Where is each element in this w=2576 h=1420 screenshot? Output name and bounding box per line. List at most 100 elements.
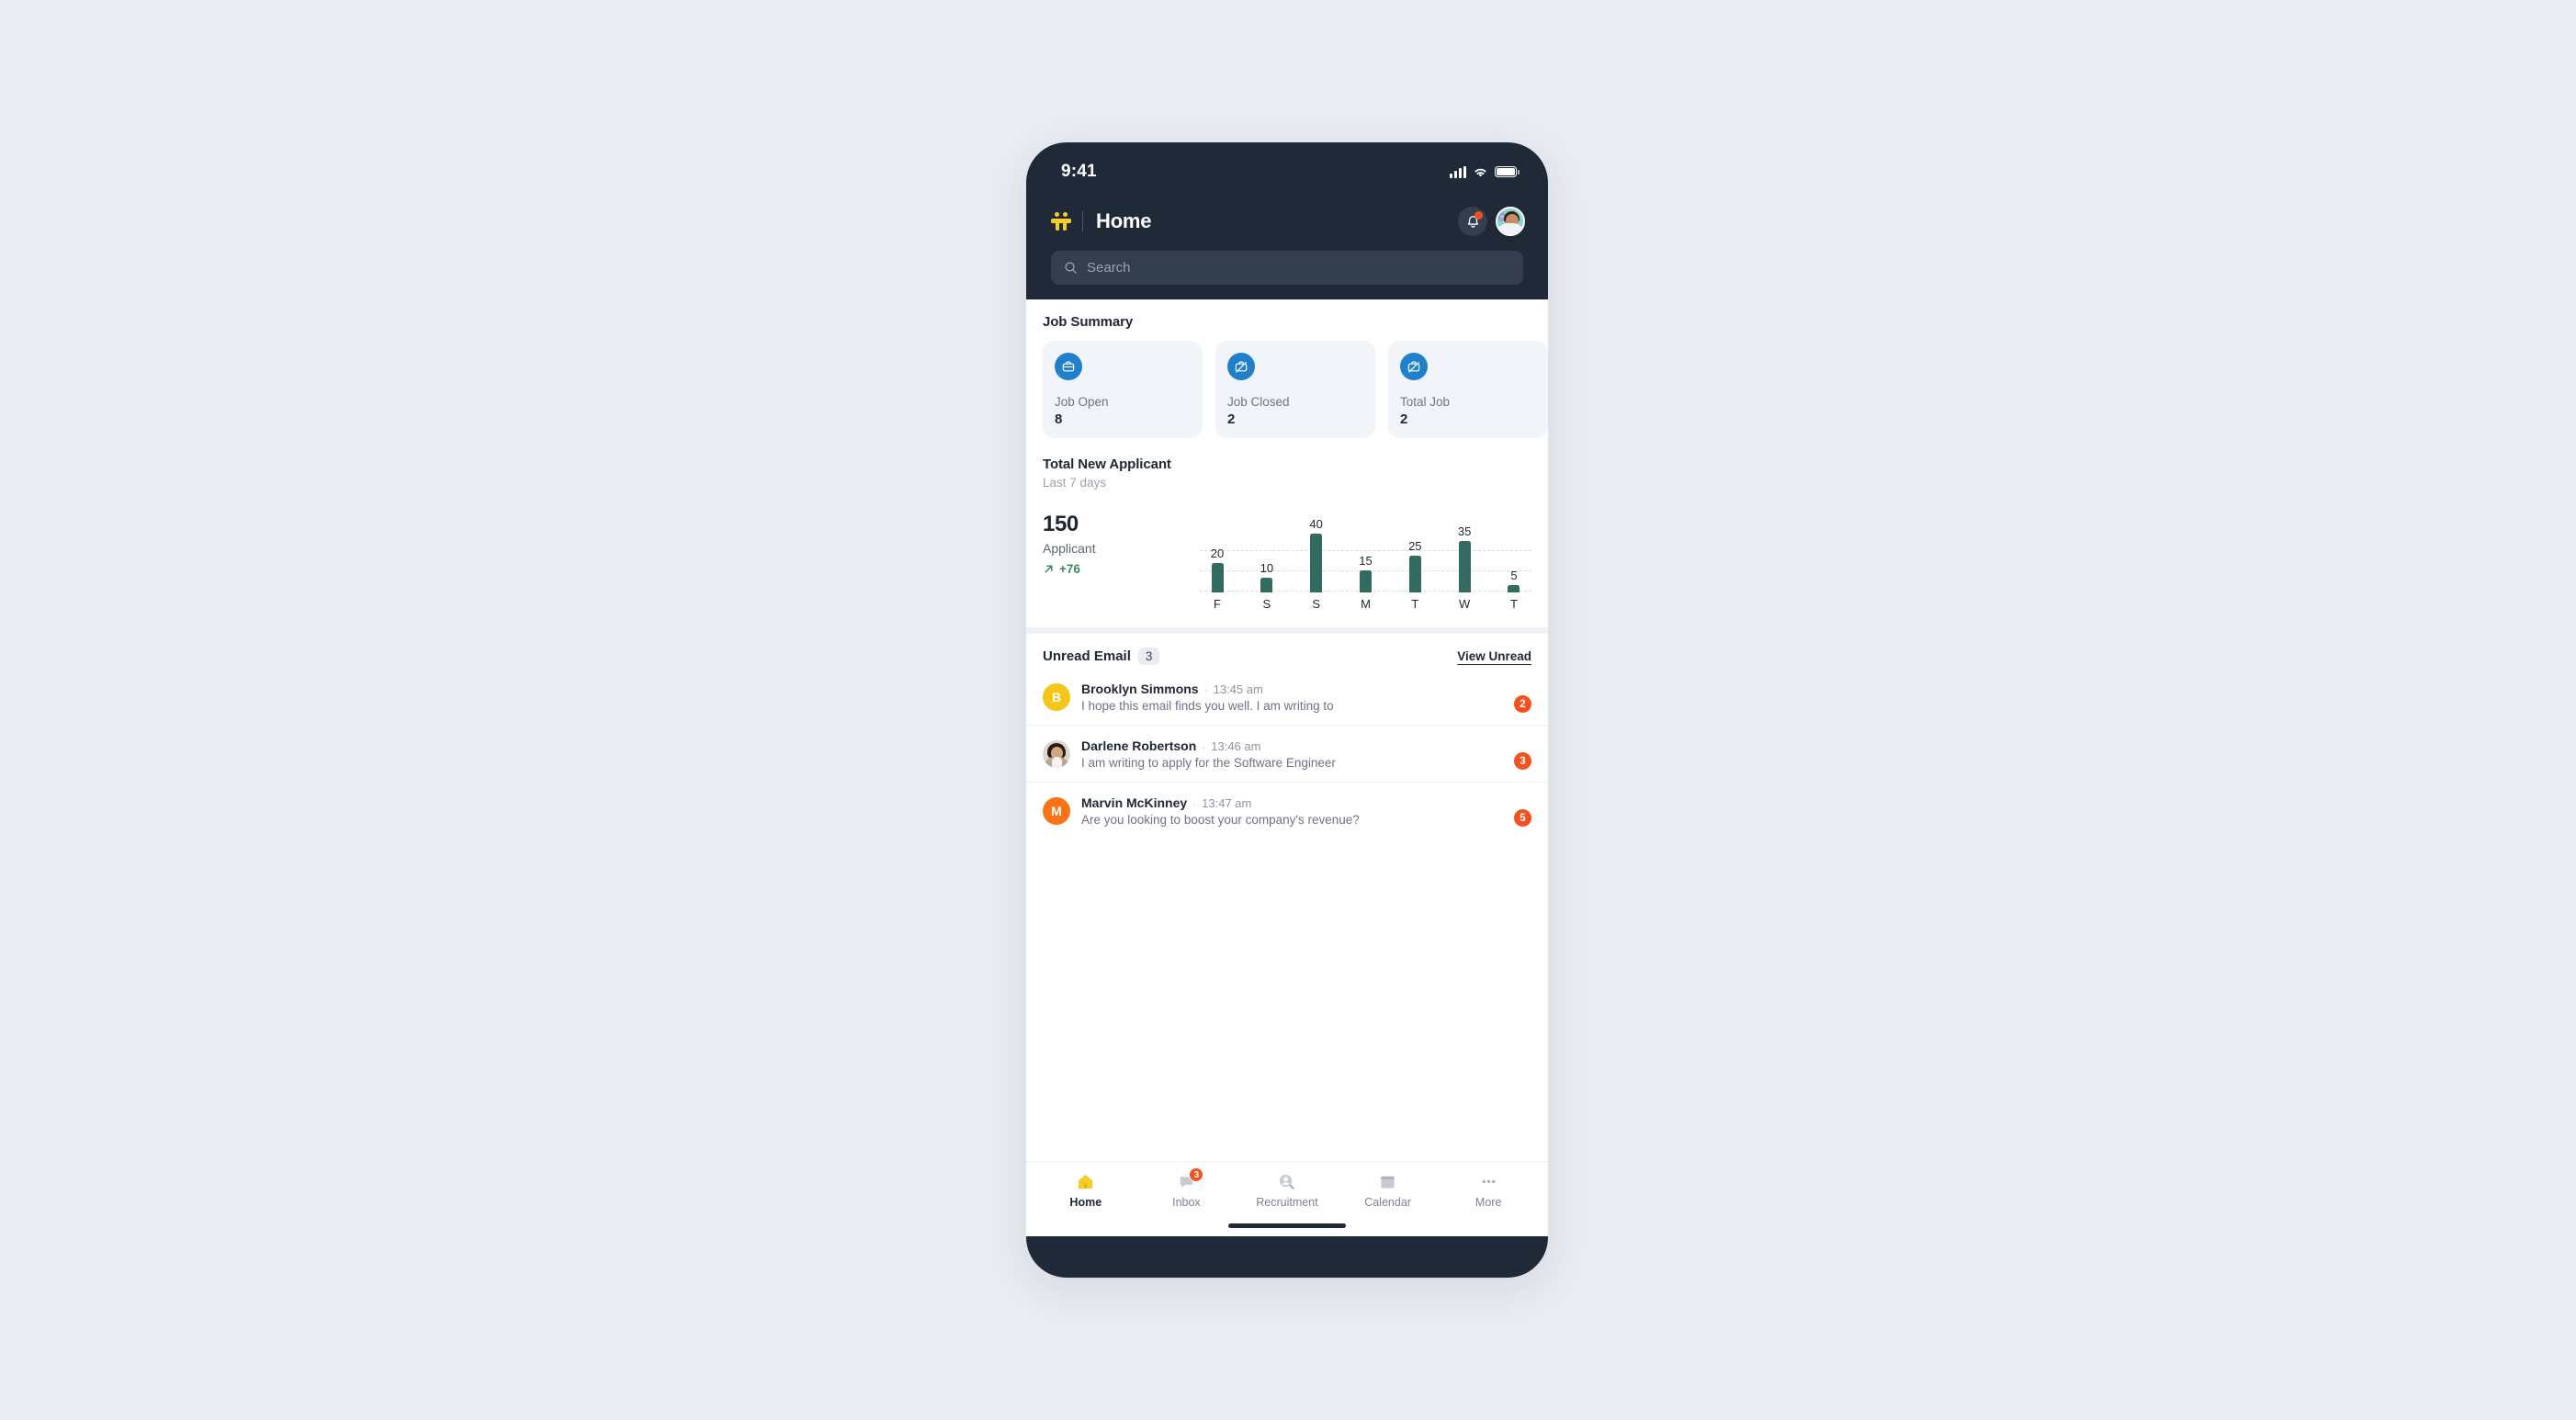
applicant-section: Total New Applicant Last 7 days 150 Appl…	[1026, 438, 1548, 611]
bar-value-label: 10	[1260, 561, 1274, 575]
job-card-value: 2	[1400, 411, 1408, 427]
unread-email-title: Unread Email	[1043, 648, 1131, 664]
nav-label: More	[1474, 1196, 1502, 1209]
page-title: Home	[1096, 209, 1152, 232]
bar-column: 5T	[1500, 510, 1528, 611]
app-header: Home	[1026, 192, 1548, 299]
unread-count-badge: 3	[1137, 648, 1160, 665]
bar-category-label: S	[1312, 597, 1320, 611]
job-summary-title: Job Summary	[1043, 314, 1134, 330]
recruitment-icon	[1280, 1174, 1295, 1189]
bar	[1310, 534, 1323, 592]
job-card-job-closed[interactable]: Job Closed 2	[1215, 341, 1375, 438]
email-time: 13:47 am	[1202, 795, 1252, 810]
nav-label: Recruitment	[1256, 1196, 1318, 1209]
email-unread-badge: 5	[1514, 809, 1531, 827]
email-row[interactable]: M Marvin McKinney · 13:47 am Are you looking…	[1026, 783, 1548, 839]
nav-item-recruitment[interactable]: Recruitment	[1249, 1172, 1325, 1209]
search-bar[interactable]	[1051, 251, 1523, 285]
status-time: 9:41	[1061, 162, 1097, 181]
nav-item-home[interactable]: Home	[1048, 1172, 1124, 1209]
job-card-label: Job Closed	[1227, 395, 1290, 409]
job-card-value: 8	[1055, 411, 1063, 427]
applicant-delta-value: +76	[1059, 562, 1080, 576]
bar-column: 10 S	[1253, 510, 1281, 611]
email-preview: I am writing to apply for the Software E…	[1081, 755, 1336, 770]
email-time: 13:46 am	[1211, 738, 1261, 753]
nav-label: Home	[1069, 1196, 1102, 1209]
avatar[interactable]	[1496, 207, 1525, 236]
inbox-badge: 3	[1189, 1167, 1204, 1182]
job-card-job-open[interactable]: Job Open 8	[1043, 341, 1203, 438]
bottom-navigation[interactable]: Home 3 Inbox Recruitment Calendar More	[1026, 1161, 1548, 1209]
content-sheet: Job Summary Job Open 8 Job Closed 2 Tota…	[1026, 299, 1548, 1236]
nav-label: Inbox	[1172, 1196, 1201, 1209]
bar	[1359, 570, 1372, 592]
bar-category-label: W	[1459, 597, 1471, 611]
email-text: Brooklyn Simmons · 13:45 am I hope this ema…	[1081, 682, 1503, 713]
bar-value-label: 5	[1510, 569, 1518, 582]
bar-category-label: S	[1262, 597, 1271, 611]
email-preview: Are you looking to boost your company's …	[1081, 812, 1360, 827]
email-text: Darlene Robertson · 13:46 am I am writing t…	[1081, 738, 1503, 770]
status-bar: 9:41	[1026, 142, 1548, 192]
email-sender: Darlene Robertson	[1081, 738, 1197, 753]
applicant-title: Total New Applicant	[1043, 456, 1171, 472]
briefcase-icon	[1055, 353, 1082, 380]
arrow-up-right-icon	[1045, 565, 1053, 573]
header-divider	[1082, 211, 1083, 231]
phone-frame: 9:41 Home Search Job Summary Job Open 8 …	[1026, 142, 1548, 1278]
bar-category-label: T	[1509, 597, 1518, 611]
job-card-total-job[interactable]: Total Job 2	[1388, 341, 1548, 438]
header-actions	[1458, 207, 1525, 236]
status-indicators	[1450, 165, 1520, 178]
nav-item-inbox[interactable]: 3 Inbox	[1148, 1167, 1224, 1209]
avatar	[1043, 739, 1070, 768]
job-card-value: 2	[1227, 411, 1236, 427]
email-row[interactable]: Darlene Robertson · 13:46 am I am writing t…	[1026, 726, 1548, 783]
bar-value-label: 35	[1457, 524, 1472, 538]
email-unread-badge: 3	[1514, 752, 1531, 770]
nav-item-calendar[interactable]: Calendar	[1350, 1172, 1426, 1209]
email-sender: Marvin McKinney	[1081, 795, 1188, 810]
bar-category-label: M	[1361, 597, 1371, 611]
email-text: Marvin McKinney · 13:47 am Are you looking …	[1081, 795, 1503, 827]
bar-column: 25 T	[1401, 510, 1429, 611]
bar-value-label: 40	[1309, 517, 1323, 531]
home-icon	[1079, 1175, 1093, 1189]
avatar-initial: B	[1043, 682, 1070, 711]
bar	[1211, 563, 1224, 592]
email-time: 13:45 am	[1213, 682, 1263, 696]
email-preview: I hope this email finds you well. I am w…	[1081, 698, 1334, 713]
bar-value-label: 15	[1359, 554, 1373, 568]
nav-item-more[interactable]: More	[1451, 1172, 1526, 1209]
job-summary-cards[interactable]: Job Open 8 Job Closed 2 Total Job 2	[1043, 341, 1548, 438]
people-logo-icon	[1051, 211, 1071, 231]
bar-column: 40 S	[1303, 510, 1330, 611]
email-separator: ·	[1192, 796, 1197, 810]
calendar-icon	[1381, 1176, 1395, 1189]
bar-column: 20 F	[1203, 510, 1231, 611]
bar-column: 15 M	[1351, 510, 1379, 611]
briefcase-slash-icon	[1400, 353, 1428, 380]
email-row[interactable]: B Brooklyn Simmons · 13:45 am I hope this em…	[1026, 669, 1548, 726]
bar	[1458, 541, 1471, 592]
notifications-button[interactable]	[1458, 207, 1487, 236]
bar-value-label: 25	[1408, 539, 1422, 553]
notification-dot	[1474, 211, 1483, 220]
job-summary-section: Job Summary Job Open 8 Job Closed 2 Tota…	[1026, 299, 1548, 438]
section-divider	[1026, 627, 1548, 634]
email-separator: ·	[1202, 739, 1206, 753]
email-sender: Brooklyn Simmons	[1081, 681, 1199, 696]
applicant-summary: 150 Applicant +76	[1043, 499, 1194, 611]
bar-value-label: 20	[1210, 547, 1225, 560]
applicant-delta: +76	[1043, 562, 1194, 576]
more-dots-icon	[1482, 1179, 1496, 1184]
email-list: B Brooklyn Simmons · 13:45 am I hope this em…	[1026, 669, 1548, 839]
view-unread-link[interactable]: View Unread	[1457, 649, 1531, 663]
search-input[interactable]	[1087, 260, 1510, 276]
cellular-signal-icon	[1450, 165, 1466, 178]
wifi-icon	[1474, 168, 1486, 176]
chart-bars: 20 F 10 S 40 S 15 M 25 T 35 W 5 T	[1200, 510, 1531, 611]
nav-label: Calendar	[1364, 1196, 1411, 1209]
